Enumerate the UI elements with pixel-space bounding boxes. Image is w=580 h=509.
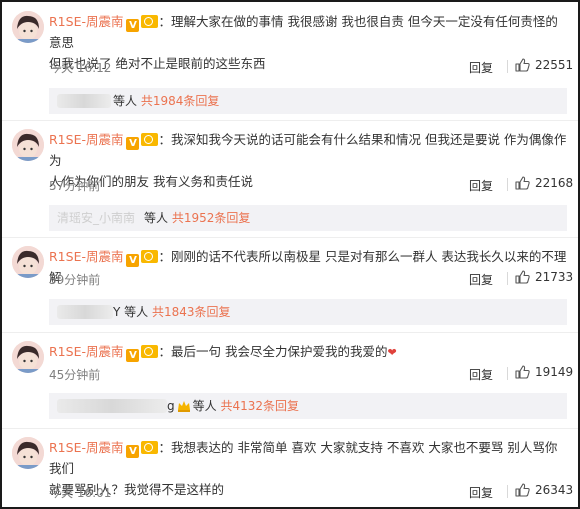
reply-summary[interactable]: 等人 共1984条回复 xyxy=(49,88,567,114)
like-button[interactable]: 21733 xyxy=(515,270,573,284)
comment-time: 今天 16:12 xyxy=(49,61,112,75)
reply-button[interactable]: 回复 xyxy=(469,59,493,76)
comment-item: R1SE-周震南 V ：理解大家在做的事情 我很感谢 我也很自责 但今天一定没有任何… xyxy=(2,2,578,121)
vip-level-icon xyxy=(141,441,159,454)
like-count: 19149 xyxy=(535,365,574,379)
verified-v-icon: V xyxy=(126,254,140,267)
comment-text: ：理解大家在做的事情 我很感谢 我也很自责 但今天一定没有任何责怪的意思 xyxy=(49,14,558,50)
reply-count-link[interactable]: 共1952条回复 xyxy=(172,211,251,225)
comment-time: 今天 16:01 xyxy=(49,486,112,500)
username-link[interactable]: R1SE-周震南 xyxy=(49,440,123,455)
comment-item: R1SE-周震南 V ：最后一句 我会尽全力保护爱我的我爱的❤ 45分钟前 回复 1… xyxy=(2,332,578,429)
thumb-up-icon xyxy=(515,483,530,497)
blurred-username-tail: Y xyxy=(113,305,121,319)
heart-icon: ❤ xyxy=(387,346,397,359)
blurred-username xyxy=(57,399,167,413)
verified-v-icon: V xyxy=(126,349,140,362)
reply-button[interactable]: 回复 xyxy=(469,484,493,501)
like-count: 22168 xyxy=(535,176,574,190)
comment-content: R1SE-周震南 V ：最后一句 我会尽全力保护爱我的我爱的❤ xyxy=(49,341,567,363)
thumb-up-icon xyxy=(515,270,530,284)
vip-level-icon xyxy=(141,15,159,28)
comment-list: R1SE-周震南 V ：理解大家在做的事情 我很感谢 我也很自责 但今天一定没有任何… xyxy=(0,0,580,509)
comment-time: 59分钟前 xyxy=(49,273,101,287)
divider xyxy=(507,367,508,380)
username-link[interactable]: R1SE-周震南 xyxy=(49,132,123,147)
verified-v-icon: V xyxy=(126,445,140,458)
avatar[interactable] xyxy=(12,437,44,469)
blurred-username xyxy=(57,305,113,319)
reply-people-label: 等人 xyxy=(113,94,138,108)
comment-text: ：我想表达的 非常简单 喜欢 大家就支持 不喜欢 大家也不要骂 别人骂你我们 xyxy=(49,440,558,476)
reply-summary-text: Y 等人 共1843条回复 xyxy=(113,299,231,325)
reply-summary[interactable]: 清瑶安_小南南 等人 共1952条回复 xyxy=(49,205,567,231)
comment-item: R1SE-周震南 V ：我深知我今天说的话可能会有什么结果和情况 但我还是要说 作为… xyxy=(2,120,578,238)
thumb-up-icon xyxy=(515,365,530,379)
comment-time: 45分钟前 xyxy=(49,368,101,382)
avatar[interactable] xyxy=(12,11,44,43)
verified-v-icon: V xyxy=(126,137,140,150)
reply-button[interactable]: 回复 xyxy=(469,271,493,288)
reply-summary[interactable]: Y 等人 共1843条回复 xyxy=(49,299,567,325)
comment-text: ：最后一句 我会尽全力保护爱我的我爱的 xyxy=(158,344,388,359)
divider xyxy=(507,178,508,191)
reply-people-label: 等人 xyxy=(124,305,149,319)
like-button[interactable]: 22168 xyxy=(515,176,573,190)
reply-people-label: 等人 xyxy=(192,399,217,413)
username-link[interactable]: R1SE-周震南 xyxy=(49,344,123,359)
divider xyxy=(507,272,508,285)
crown-icon xyxy=(177,401,190,412)
reply-button[interactable]: 回复 xyxy=(469,177,493,194)
reply-count-link[interactable]: 共1843条回复 xyxy=(152,305,231,319)
vip-level-icon xyxy=(141,250,159,263)
thumb-up-icon xyxy=(515,58,530,72)
like-button[interactable]: 19149 xyxy=(515,365,573,379)
like-button[interactable]: 26343 xyxy=(515,483,573,497)
reply-count-link[interactable]: 共1984条回复 xyxy=(141,94,220,108)
vip-level-icon xyxy=(141,345,159,358)
like-button[interactable]: 22551 xyxy=(515,58,573,72)
avatar[interactable] xyxy=(12,246,44,278)
verified-v-icon: V xyxy=(126,19,140,32)
divider xyxy=(507,60,508,73)
comment-item: R1SE-周震南 V ：刚刚的话不代表所以南极星 只是对有那么一群人 表达我长久以来… xyxy=(2,237,578,333)
reply-count-link[interactable]: 共4132条回复 xyxy=(220,399,299,413)
blurred-username-tail: g xyxy=(167,399,175,413)
thumb-up-icon xyxy=(515,176,530,190)
like-count: 26343 xyxy=(535,483,574,497)
reply-summary[interactable]: g 等人 共4132条回复 xyxy=(49,393,567,419)
avatar[interactable] xyxy=(12,129,44,161)
username-link[interactable]: R1SE-周震南 xyxy=(49,249,123,264)
blurred-username xyxy=(57,94,111,108)
blurred-username: 清瑶安_小南南 xyxy=(57,211,136,225)
reply-summary-text: 等人 共1952条回复 xyxy=(144,205,250,231)
reply-button[interactable]: 回复 xyxy=(469,366,493,383)
like-count: 22551 xyxy=(535,58,574,72)
reply-people-label: 等人 xyxy=(144,211,169,225)
avatar[interactable] xyxy=(12,341,44,373)
reply-summary-text: 等人 共1984条回复 xyxy=(113,88,219,114)
reply-summary-text: g 等人 共4132条回复 xyxy=(167,393,299,419)
comment-item: R1SE-周震南 V ：我想表达的 非常简单 喜欢 大家就支持 不喜欢 大家也不要骂… xyxy=(2,428,578,507)
comment-time: 57分钟前 xyxy=(49,179,101,193)
vip-level-icon xyxy=(141,133,159,146)
username-link[interactable]: R1SE-周震南 xyxy=(49,14,123,29)
divider xyxy=(507,485,508,498)
like-count: 21733 xyxy=(535,270,574,284)
